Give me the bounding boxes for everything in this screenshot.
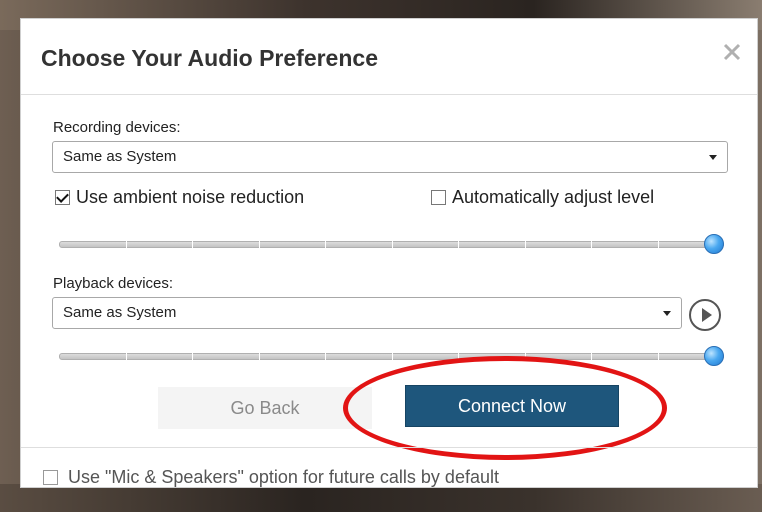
audio-preference-dialog: Choose Your Audio Preference Recording d… xyxy=(20,18,758,488)
play-icon xyxy=(702,308,712,322)
slider-tick xyxy=(192,353,193,360)
default-option-label: Use "Mic & Speakers" option for future c… xyxy=(68,467,499,487)
playback-devices-label: Playback devices: xyxy=(53,275,174,292)
test-playback-button[interactable] xyxy=(689,299,721,331)
recording-level-thumb[interactable] xyxy=(704,234,724,254)
slider-tick xyxy=(458,241,459,248)
go-back-button[interactable]: Go Back xyxy=(158,387,372,429)
default-option-row[interactable]: Use "Mic & Speakers" option for future c… xyxy=(43,467,499,488)
playback-device-select[interactable]: Same as System xyxy=(52,297,682,329)
recording-devices-label: Recording devices: xyxy=(53,119,181,136)
slider-tick xyxy=(525,241,526,248)
playback-device-value: Same as System xyxy=(63,304,177,321)
slider-tick xyxy=(591,353,592,360)
background-bottom xyxy=(0,484,762,512)
slider-tick xyxy=(259,353,260,360)
slider-tick xyxy=(126,353,127,360)
footer-divider xyxy=(21,447,757,448)
auto-adjust-label: Automatically adjust level xyxy=(452,187,655,207)
auto-adjust-option[interactable]: Automatically adjust level xyxy=(431,187,654,208)
slider-tick xyxy=(658,353,659,360)
recording-device-select[interactable]: Same as System xyxy=(52,141,728,173)
dropdown-caret-icon xyxy=(663,311,671,316)
ambient-noise-checkbox[interactable] xyxy=(55,190,70,205)
slider-tick xyxy=(658,241,659,248)
playback-level-thumb[interactable] xyxy=(704,346,724,366)
slider-tick xyxy=(126,241,127,248)
playback-level-slider[interactable] xyxy=(59,346,724,366)
default-option-checkbox[interactable] xyxy=(43,470,58,485)
highlight-annotation xyxy=(343,356,667,460)
slider-tick xyxy=(325,353,326,360)
auto-adjust-checkbox[interactable] xyxy=(431,190,446,205)
recording-device-value: Same as System xyxy=(63,148,177,165)
close-button[interactable] xyxy=(717,37,747,67)
slider-tick xyxy=(392,241,393,248)
ambient-noise-label: Use ambient noise reduction xyxy=(76,187,305,207)
slider-tick xyxy=(325,241,326,248)
dropdown-caret-icon xyxy=(709,155,717,160)
header-divider xyxy=(21,94,757,95)
slider-tick xyxy=(392,353,393,360)
recording-level-slider[interactable] xyxy=(59,234,724,254)
ambient-noise-option[interactable]: Use ambient noise reduction xyxy=(55,187,304,208)
slider-tick xyxy=(591,241,592,248)
close-icon xyxy=(723,43,741,61)
slider-tick xyxy=(192,241,193,248)
slider-tick xyxy=(259,241,260,248)
dialog-title: Choose Your Audio Preference xyxy=(41,45,378,71)
